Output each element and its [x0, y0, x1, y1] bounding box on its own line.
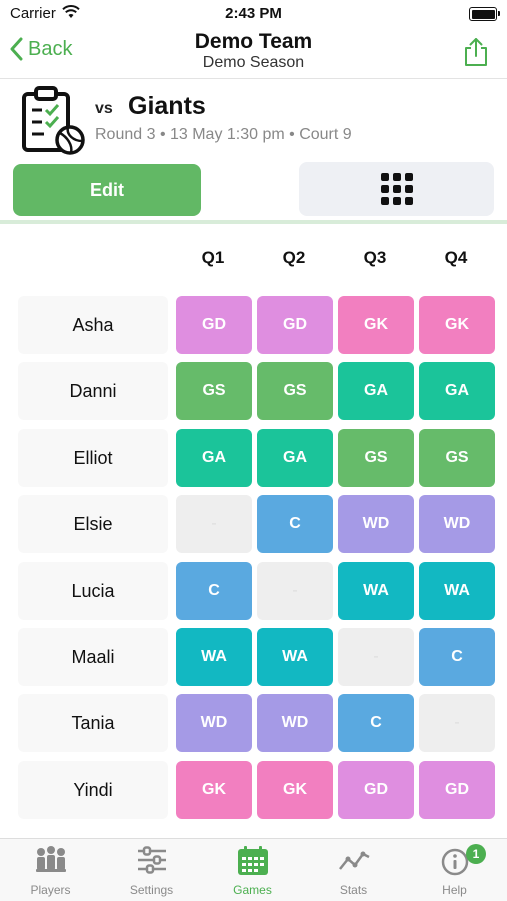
section-divider — [0, 220, 507, 224]
tab-label: Settings — [129, 883, 174, 897]
navigation-bar: Back Demo Team Demo Season — [0, 28, 507, 79]
position-cell[interactable]: GS — [176, 362, 252, 420]
player-name: Yindi — [18, 761, 168, 819]
player-name: Lucia — [18, 562, 168, 620]
calendar-icon — [238, 846, 268, 875]
position-cell[interactable]: GK — [419, 296, 495, 354]
player-name: Tania — [18, 694, 168, 752]
position-cell[interactable]: WA — [176, 628, 252, 686]
tab-stats[interactable]: Stats — [303, 839, 404, 901]
tab-help[interactable]: 1 Help — [404, 839, 505, 901]
grid-view-button[interactable] — [299, 162, 494, 216]
position-cell[interactable]: WA — [419, 562, 495, 620]
position-cell[interactable]: GD — [176, 296, 252, 354]
status-bar: Carrier 2:43 PM — [0, 0, 507, 28]
player-name: Elsie — [18, 495, 168, 553]
position-cell[interactable]: GK — [176, 761, 252, 819]
position-cell[interactable]: GD — [419, 761, 495, 819]
edit-button[interactable]: Edit — [13, 164, 201, 216]
opponent-name: Giants — [128, 92, 206, 120]
tab-label: Help — [442, 883, 467, 897]
position-cell[interactable]: GA — [419, 362, 495, 420]
vs-label: vs — [95, 100, 113, 117]
position-cell[interactable]: GD — [338, 761, 414, 819]
position-cell[interactable]: GD — [257, 296, 333, 354]
tab-games[interactable]: Games — [202, 839, 303, 901]
position-cell[interactable]: WA — [338, 562, 414, 620]
position-cell[interactable]: GA — [176, 429, 252, 487]
position-cell[interactable]: - — [257, 562, 333, 620]
player-name: Asha — [18, 296, 168, 354]
position-cell[interactable]: - — [419, 694, 495, 752]
page-title: Demo Team — [194, 30, 313, 53]
battery-icon — [469, 7, 500, 21]
position-cell[interactable]: - — [176, 495, 252, 553]
settings-sliders-icon — [138, 846, 166, 874]
tab-settings[interactable]: Settings — [101, 839, 202, 901]
game-details: Round 3 • 13 May 1:30 pm • Court 9 — [95, 126, 352, 143]
grid-icon — [380, 173, 413, 205]
position-cell[interactable]: C — [419, 628, 495, 686]
notification-badge: 1 — [466, 844, 486, 864]
share-icon[interactable] — [463, 37, 489, 67]
position-cell[interactable]: GK — [338, 296, 414, 354]
quarter-header: Q4 — [444, 248, 468, 267]
position-cell[interactable]: GA — [338, 362, 414, 420]
page-subtitle: Demo Season — [202, 54, 305, 71]
player-name: Elliot — [18, 429, 168, 487]
clock: 2:43 PM — [225, 5, 282, 22]
position-cell[interactable]: - — [338, 628, 414, 686]
stats-line-icon — [339, 851, 370, 870]
tab-players[interactable]: Players — [0, 839, 101, 901]
position-cell[interactable]: WA — [257, 628, 333, 686]
tab-label: Players — [30, 883, 71, 897]
position-cell[interactable]: GA — [257, 429, 333, 487]
players-icon — [36, 846, 66, 872]
position-cell[interactable]: GS — [419, 429, 495, 487]
position-cell[interactable]: WD — [338, 495, 414, 553]
position-cell[interactable]: GS — [338, 429, 414, 487]
position-cell[interactable]: GS — [257, 362, 333, 420]
position-cell[interactable]: C — [257, 495, 333, 553]
position-cell[interactable]: GK — [257, 761, 333, 819]
quarter-header: Q2 — [282, 248, 306, 267]
clipboard-netball-icon — [22, 86, 85, 155]
tab-label: Games — [233, 883, 272, 897]
position-cell[interactable]: WD — [257, 694, 333, 752]
position-cell[interactable]: WD — [176, 694, 252, 752]
tab-label: Stats — [339, 883, 368, 897]
quarter-header: Q3 — [363, 248, 387, 267]
position-cell[interactable]: C — [176, 562, 252, 620]
player-name: Maali — [18, 628, 168, 686]
position-cell[interactable]: WD — [419, 495, 495, 553]
position-cell[interactable]: C — [338, 694, 414, 752]
tab-bar: Players Settings Games Stats 1 Help — [0, 838, 507, 901]
player-name: Danni — [18, 362, 168, 420]
quarter-header: Q1 — [201, 248, 225, 267]
